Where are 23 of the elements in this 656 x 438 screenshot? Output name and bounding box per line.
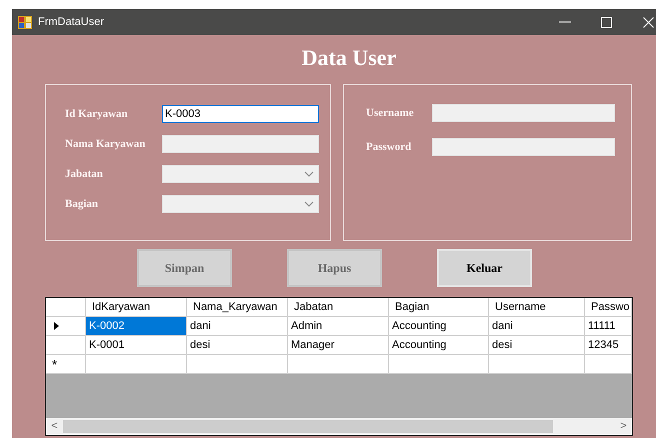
field-label: Id Karyawan	[65, 106, 129, 122]
horizontal-scrollbar[interactable]: < >	[46, 418, 632, 435]
chevron-down-icon	[304, 201, 314, 207]
maximize-icon[interactable]	[601, 16, 612, 28]
field-label: Nama Karyawan	[65, 136, 146, 152]
scroll-left-button[interactable]: <	[46, 418, 63, 435]
scroll-thumb[interactable]	[63, 420, 553, 433]
close-icon[interactable]	[643, 16, 654, 28]
app-icon	[18, 16, 32, 28]
chevron-down-icon	[304, 171, 314, 177]
input-field[interactable]: K-0003	[162, 105, 319, 123]
field-label: Jabatan	[65, 166, 104, 182]
form-heading: Data User	[302, 44, 396, 72]
window-title: FrmDataUser	[38, 14, 106, 30]
new-row-marker: *	[52, 358, 58, 370]
field-label: Password	[366, 140, 412, 155]
current-row-icon	[54, 322, 59, 330]
table-cell: K-0002	[86, 317, 187, 336]
minimize-icon[interactable]	[559, 21, 571, 23]
scroll-right-button[interactable]: >	[615, 418, 632, 435]
field-label: Username	[366, 106, 415, 121]
action-button[interactable]: Keluar	[437, 249, 532, 287]
field-label: Bagian	[65, 196, 100, 212]
